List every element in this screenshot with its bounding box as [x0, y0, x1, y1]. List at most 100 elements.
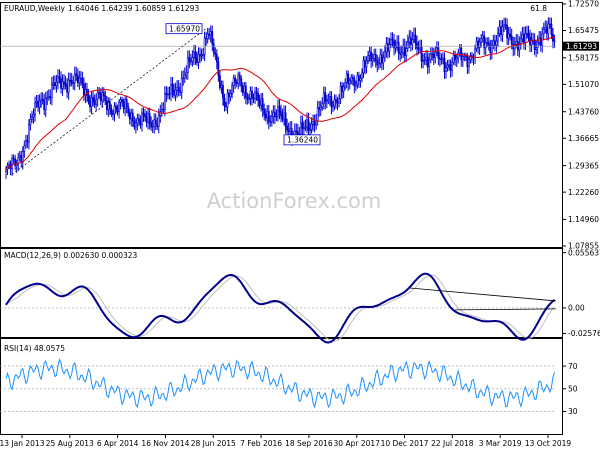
candle-body: [246, 96, 249, 100]
candle-body: [519, 38, 522, 45]
candle-body: [212, 43, 215, 54]
candle-body: [37, 100, 39, 108]
x-axis-label: 25 Aug 2013: [46, 439, 94, 448]
rsi-axis-label: 30: [568, 407, 578, 416]
candle-body: [550, 23, 553, 35]
candle-body: [464, 55, 467, 58]
candle-body: [43, 100, 46, 110]
candle-body: [455, 57, 458, 60]
candle-body: [510, 35, 513, 45]
candle-body: [101, 91, 104, 102]
x-axis-label: 10 Dec 2017: [381, 439, 429, 448]
candle-body: [277, 106, 279, 117]
candle-body: [409, 37, 412, 45]
candle-body: [497, 33, 499, 42]
candle-body: [503, 24, 505, 27]
candle-body: [231, 85, 234, 94]
candle-body: [397, 42, 400, 54]
candle-body: [53, 82, 56, 87]
candle-body: [521, 34, 524, 40]
candle-body: [553, 40, 556, 43]
price-axis-label: 1.65475: [568, 26, 599, 35]
candle-body: [102, 91, 105, 96]
candle-body: [342, 86, 345, 92]
candle-body: [105, 100, 108, 110]
candle-body: [199, 53, 201, 56]
candle-body: [303, 127, 305, 130]
candle-body: [524, 33, 527, 44]
candle-body: [365, 60, 368, 68]
candle-body: [403, 45, 406, 56]
candle-body: [350, 76, 353, 82]
candle-body: [61, 81, 64, 89]
candle-body: [458, 47, 461, 54]
candle-body: [316, 107, 319, 121]
candle-body: [417, 47, 420, 50]
candle-body: [269, 121, 272, 123]
candle-body: [545, 26, 548, 34]
candle-body: [526, 32, 528, 35]
candle-body: [223, 97, 226, 107]
candle-body: [486, 42, 489, 44]
candle-body: [108, 101, 111, 109]
candle-body: [186, 57, 189, 73]
candle-body: [209, 31, 212, 36]
candle-body: [495, 40, 498, 46]
candle-body: [148, 113, 151, 123]
candle-body: [319, 106, 322, 110]
candle-body: [373, 53, 376, 59]
candle-body: [387, 43, 389, 52]
candle-body: [32, 114, 35, 118]
candle-body: [330, 96, 333, 108]
candle-body: [257, 93, 259, 101]
candle-body: [336, 101, 339, 104]
last-price-label: 1.61293: [566, 42, 597, 51]
candle-body: [163, 93, 166, 110]
candle-body: [354, 83, 357, 87]
candle-body: [275, 115, 278, 118]
macd-axis-label: -0.02576: [568, 329, 600, 338]
candle-body: [461, 56, 464, 61]
watermark: ActionForex.com: [207, 189, 382, 213]
candle-body: [367, 55, 369, 62]
price-annotation-label: 1.65970: [169, 24, 200, 33]
candle-body: [358, 75, 360, 82]
price-axis-label: 1.22260: [568, 188, 599, 197]
candle-body: [66, 85, 69, 93]
candle-body: [70, 80, 73, 84]
candle-body: [440, 58, 443, 61]
candle-body: [104, 95, 107, 101]
candle-body: [484, 42, 487, 49]
candle-body: [523, 34, 525, 44]
candle-body: [168, 93, 171, 95]
candle-body: [47, 96, 50, 98]
candle-body: [131, 112, 134, 122]
candle-body: [78, 77, 81, 84]
candle-body: [548, 23, 551, 26]
candle-body: [167, 93, 169, 96]
x-axis-label: 3 Mar 2019: [479, 439, 522, 448]
macd-axis-label: 0.055637: [568, 248, 600, 257]
candle-body: [73, 73, 76, 84]
candle-body: [34, 102, 36, 115]
candle-body: [182, 77, 185, 79]
candle-body: [437, 47, 440, 59]
candle-body: [11, 157, 14, 169]
x-axis-label: 13 Oct 2019: [525, 439, 572, 448]
candle-body: [96, 92, 99, 100]
x-axis-label: 6 Apr 2014: [97, 439, 139, 448]
candle-body: [107, 101, 110, 110]
candle-body: [8, 163, 10, 166]
candle-body: [235, 81, 238, 84]
rsi-axis-label: 70: [568, 362, 578, 371]
candle-body: [238, 74, 241, 80]
candle-body: [400, 52, 403, 55]
candle-body: [312, 121, 314, 125]
candle-body: [345, 73, 348, 83]
candle-body: [55, 81, 58, 87]
candle-body: [193, 51, 195, 58]
x-axis-label: 18 Sep 2016: [285, 439, 333, 448]
candle-body: [110, 108, 113, 115]
candle-body: [240, 78, 243, 87]
candle-body: [98, 92, 101, 95]
